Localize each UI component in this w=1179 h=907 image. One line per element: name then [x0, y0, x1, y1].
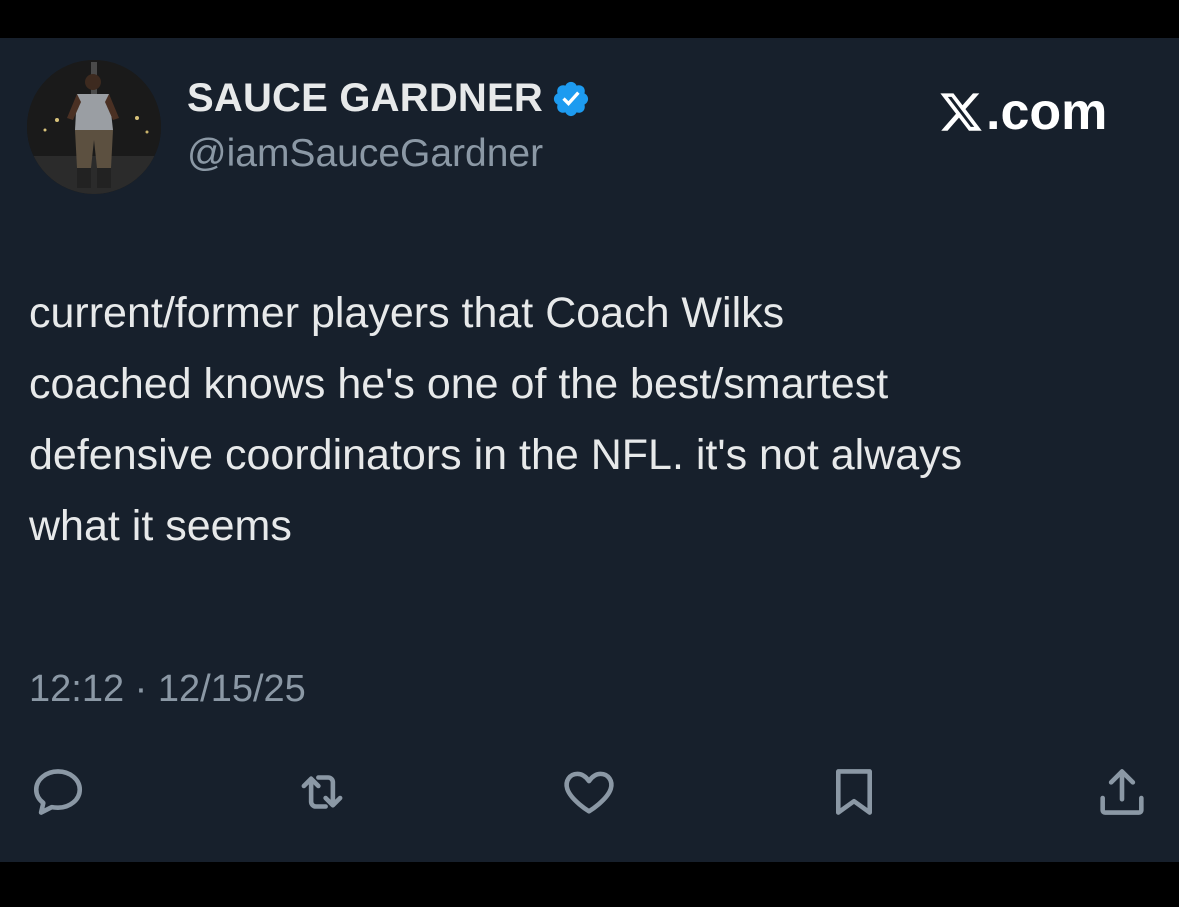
- bookmark-icon: [835, 769, 873, 815]
- tweet-timestamp[interactable]: 12:12 · 12/15/25: [29, 668, 306, 711]
- display-name[interactable]: SAUCE GARDNER: [187, 76, 591, 121]
- tweet-text: current/former players that Coach Wilks …: [29, 289, 963, 550]
- heart-icon: [564, 771, 614, 814]
- share-button[interactable]: [1090, 760, 1154, 824]
- verified-badge-icon: [551, 79, 591, 119]
- display-name-text: SAUCE GARDNER: [187, 76, 543, 120]
- avatar-photo: [27, 60, 161, 194]
- brand-watermark: .com: [938, 82, 1107, 142]
- x-logo-icon: [940, 93, 982, 131]
- repost-icon: [301, 775, 343, 809]
- repost-button[interactable]: [290, 760, 354, 824]
- action-bar: [0, 760, 1179, 830]
- reply-button[interactable]: [26, 760, 90, 824]
- bottom-letterbox: [0, 862, 1179, 907]
- brand-domain-text: .com: [986, 83, 1108, 141]
- share-icon: [1100, 769, 1144, 815]
- user-handle[interactable]: @iamSauceGardner: [187, 132, 543, 176]
- top-letterbox: [0, 0, 1179, 38]
- bookmark-button[interactable]: [822, 760, 886, 824]
- avatar[interactable]: [27, 60, 161, 194]
- like-button[interactable]: [557, 760, 621, 824]
- reply-icon: [33, 769, 83, 815]
